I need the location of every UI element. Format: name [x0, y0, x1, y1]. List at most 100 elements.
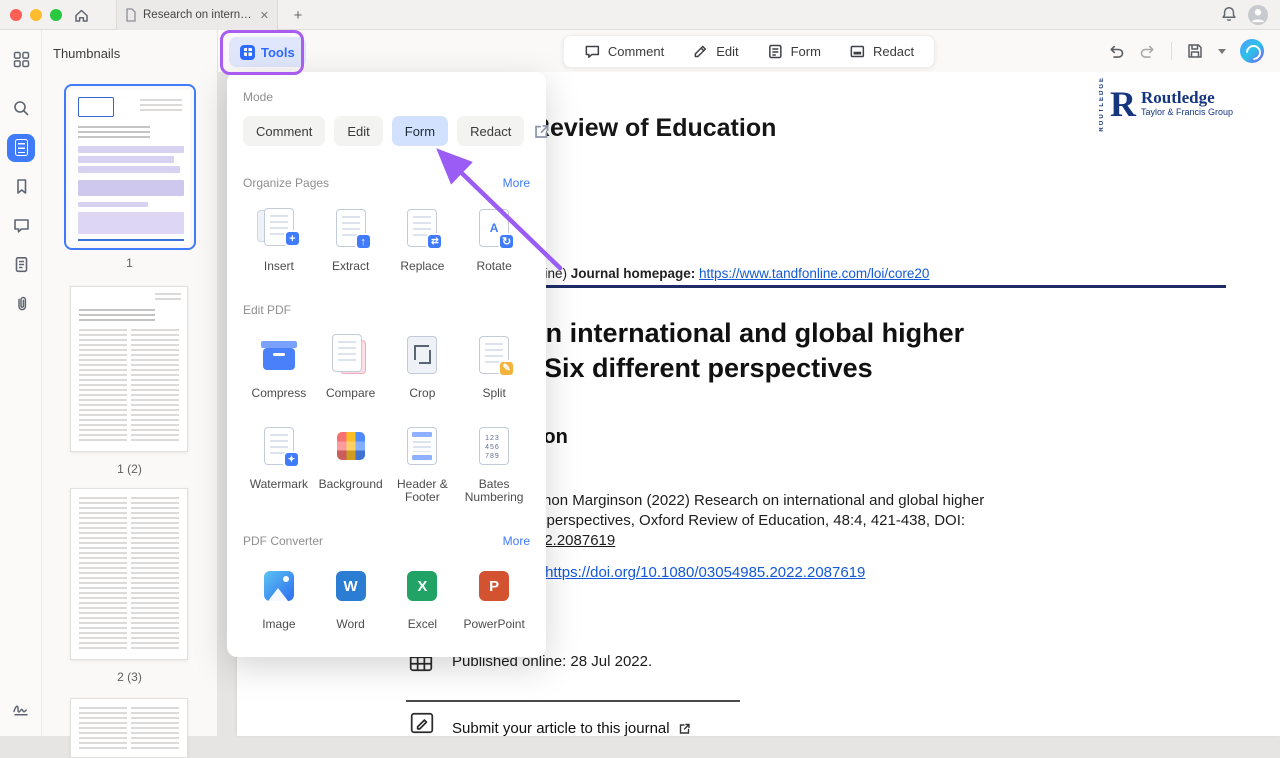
sidebar-item-comments[interactable]: [0, 206, 42, 245]
header-bar: [412, 432, 432, 437]
mode-button-row: Comment Edit Form Redact: [243, 116, 530, 146]
tool-compress[interactable]: Compress: [243, 329, 315, 400]
thumbnails-active-icon: [7, 134, 35, 162]
toolbar-comment-label: Comment: [608, 44, 664, 59]
document-icon: [125, 8, 137, 22]
submit-article-label: Submit your article to this journal: [452, 720, 670, 736]
tool-compare[interactable]: Compare: [315, 329, 387, 400]
sidebar-item-search[interactable]: [0, 89, 42, 128]
mode-section-title: Mode: [243, 90, 530, 104]
tool-watermark[interactable]: Watermark: [243, 420, 315, 504]
thumbnail-panel-title: Thumbnails: [53, 46, 120, 61]
toolbar-edit-label: Edit: [716, 44, 738, 59]
save-options-chevron[interactable]: [1218, 49, 1226, 54]
thumbnail-panel: Thumbnails 1 1 (2) 2 (3): [42, 30, 218, 736]
tool-convert-powerpoint[interactable]: PowerPoint: [458, 560, 530, 631]
sidebar-item-signature[interactable]: [0, 689, 42, 728]
mode-redact-button[interactable]: Redact: [457, 116, 524, 146]
tool-extract[interactable]: Extract: [315, 202, 387, 273]
toolbar-form-label: Form: [791, 44, 821, 59]
tool-background[interactable]: Background: [315, 420, 387, 504]
tool-insert[interactable]: Insert: [243, 202, 315, 273]
organize-pages-header: Organize Pages More: [243, 176, 530, 190]
tool-split[interactable]: Split: [458, 329, 530, 400]
mode-edit-button[interactable]: Edit: [334, 116, 382, 146]
home-button[interactable]: [70, 4, 92, 26]
toolbar-edit-button[interactable]: Edit: [692, 43, 738, 60]
submit-pencil-icon: [409, 710, 435, 736]
powerpoint-icon: [479, 571, 509, 601]
notifications-button[interactable]: [1220, 5, 1238, 28]
pdf-converter-title: PDF Converter: [243, 534, 323, 548]
redo-button[interactable]: [1139, 43, 1157, 60]
mode-form-button[interactable]: Form: [392, 116, 448, 146]
journal-homepage-line: (Online) Journal homepage: https://www.t…: [519, 266, 929, 281]
tool-bates-numbering[interactable]: Bates Numbering: [458, 420, 530, 504]
titlebar: Research on international... ✕ +: [0, 0, 1280, 30]
sidebar-item-pages[interactable]: [0, 245, 42, 284]
ai-assistant-button[interactable]: [1240, 39, 1264, 63]
sidebar-item-attachments[interactable]: [0, 284, 42, 323]
edit-pdf-header: Edit PDF: [243, 303, 530, 317]
pdf-converter-more-link[interactable]: More: [503, 534, 530, 548]
tab-title: Research on international...: [143, 9, 254, 21]
homepage-url-link[interactable]: https://www.tandfonline.com/loi/core20: [699, 266, 929, 281]
search-icon: [12, 99, 31, 118]
sidebar-item-apps[interactable]: [0, 40, 42, 79]
open-in-window-button[interactable]: [533, 123, 550, 140]
account-avatar[interactable]: [1248, 5, 1268, 25]
tool-convert-word[interactable]: Word: [315, 560, 387, 631]
tool-crop[interactable]: Crop: [387, 329, 459, 400]
routledge-vertical-text: ROUTLEDGE: [1099, 76, 1105, 132]
new-tab-button[interactable]: +: [288, 4, 308, 26]
replace-badge: [426, 233, 443, 250]
organize-pages-more-link[interactable]: More: [503, 176, 530, 190]
edit-pdf-grid: Compress Compare Crop Split Watermark Ba…: [243, 329, 530, 504]
tool-header-footer[interactable]: Header & Footer: [387, 420, 459, 504]
edit-pdf-title: Edit PDF: [243, 303, 291, 317]
thumbnail-page-2[interactable]: [70, 286, 188, 452]
undo-button[interactable]: [1107, 43, 1125, 60]
redact-icon: [849, 43, 866, 60]
person-icon: [1248, 5, 1268, 25]
tool-convert-excel[interactable]: Excel: [387, 560, 459, 631]
compare-front-page: [332, 334, 362, 372]
thumbnail-page-3[interactable]: [70, 488, 188, 660]
window-minimize-button[interactable]: [30, 9, 42, 21]
toolbar-form-button[interactable]: Form: [767, 43, 821, 60]
window-close-button[interactable]: [10, 9, 22, 21]
tool-replace[interactable]: Replace: [387, 202, 459, 273]
pdf-converter-grid: Image Word Excel PowerPoint: [243, 560, 530, 631]
window-zoom-button[interactable]: [50, 9, 62, 21]
sidebar-item-bookmarks[interactable]: [0, 167, 42, 206]
toolbar-comment-button[interactable]: Comment: [584, 43, 664, 60]
bell-icon: [1220, 5, 1238, 23]
excel-icon: [407, 571, 437, 601]
save-button[interactable]: [1186, 42, 1204, 60]
sidebar-item-thumbnails[interactable]: [0, 128, 42, 167]
tool-rotate[interactable]: A Rotate: [458, 202, 530, 273]
rotate-badge: [498, 233, 515, 250]
form-icon: [767, 43, 784, 60]
document-divider: [406, 700, 740, 702]
background-mosaic-icon: [337, 432, 365, 460]
mode-comment-button[interactable]: Comment: [243, 116, 325, 146]
tools-dropdown-panel: Mode Comment Edit Form Redact Organize P…: [227, 72, 546, 657]
thumbnail-page-4[interactable]: [70, 698, 188, 758]
routledge-logo: ROUTLEDGE R Routledge Taylor & Francis G…: [1099, 76, 1233, 132]
bookmark-icon: [12, 177, 31, 196]
toolbar-redact-button[interactable]: Redact: [849, 43, 914, 60]
tools-button[interactable]: Tools: [229, 37, 306, 67]
tab-close-icon[interactable]: ✕: [260, 9, 269, 22]
doi-url-link[interactable]: https://doi.org/10.1080/03054985.2022.20…: [545, 564, 865, 581]
top-toolbar: Tools Comment Edit Form Redact: [218, 30, 1280, 72]
homepage-label: Journal homepage:: [571, 266, 699, 281]
compress-box-icon: [263, 348, 295, 370]
thumbnail-page-1[interactable]: [64, 84, 196, 250]
submit-article-link[interactable]: Submit your article to this journal: [452, 720, 691, 736]
routledge-wordmark: Routledge: [1141, 89, 1233, 107]
insert-plus-badge: [284, 230, 301, 247]
tool-convert-image[interactable]: Image: [243, 560, 315, 631]
document-tab[interactable]: Research on international... ✕: [116, 0, 278, 30]
image-icon: [264, 571, 294, 601]
